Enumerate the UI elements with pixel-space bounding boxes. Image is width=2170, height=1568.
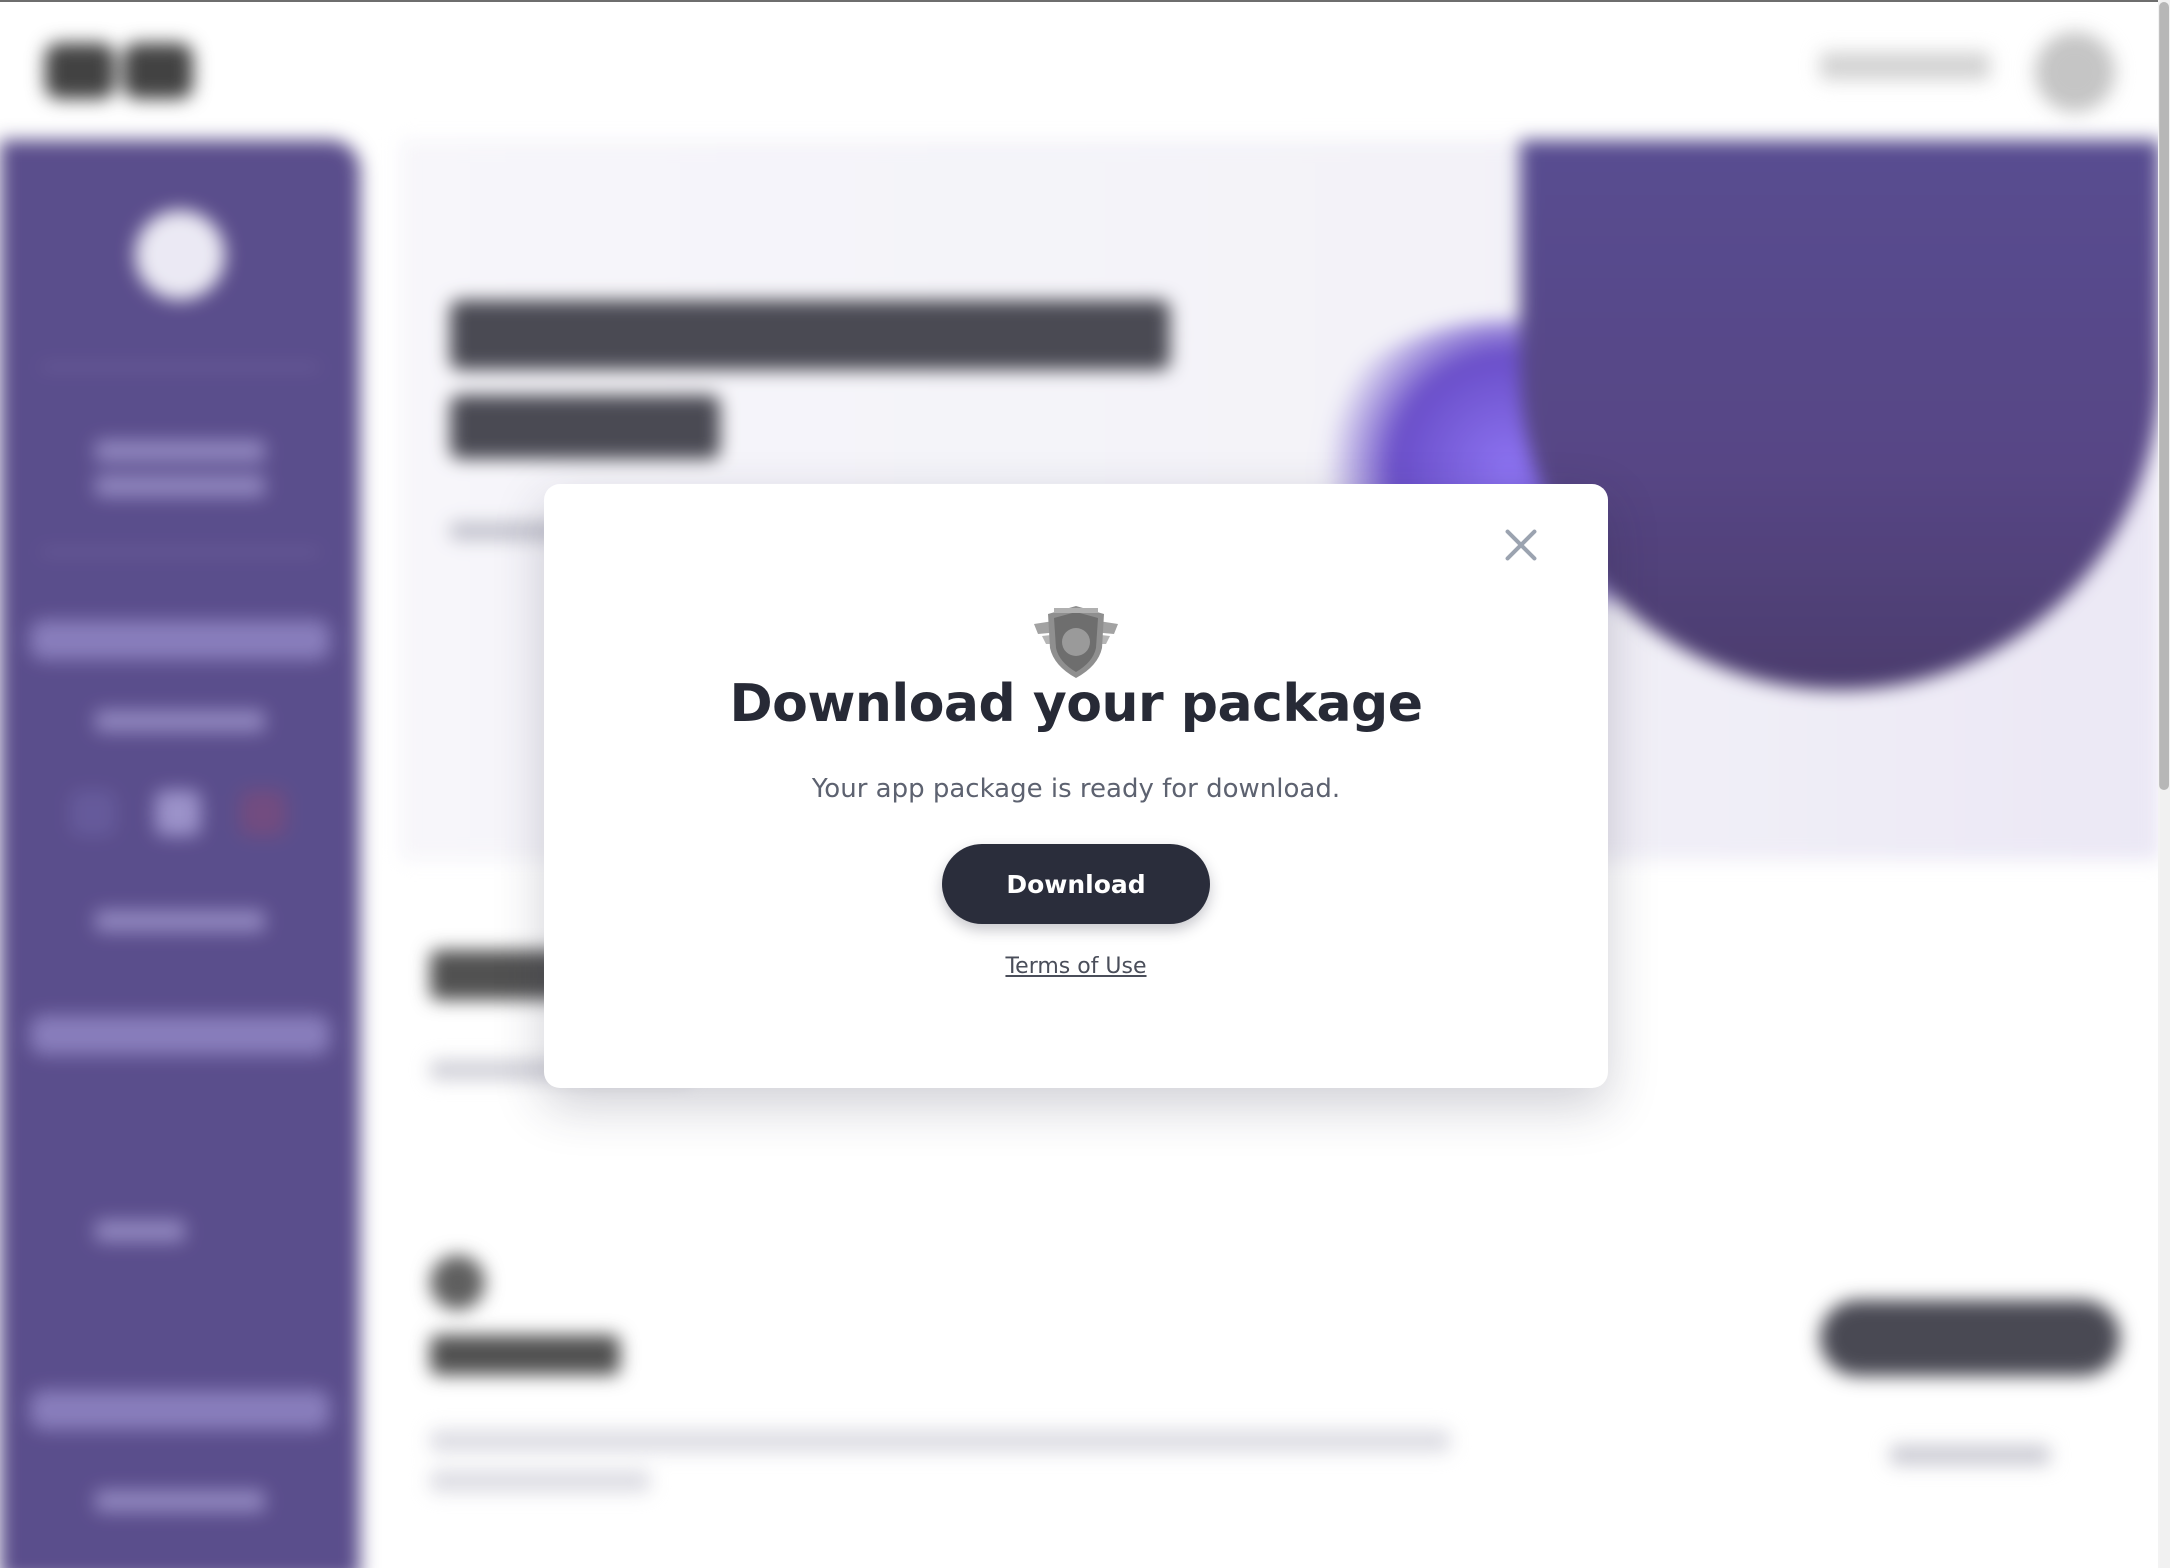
download-modal: Download your package Your app package i…: [544, 484, 1608, 1088]
shield-wings-icon: [1034, 606, 1118, 678]
page: Download your package Your app package i…: [0, 0, 2170, 1568]
modal-title: Download your package: [729, 674, 1423, 734]
close-icon[interactable]: [1498, 522, 1544, 568]
download-button[interactable]: Download: [942, 844, 1210, 924]
modal-message: Your app package is ready for download.: [811, 774, 1341, 804]
scrollbar-thumb[interactable]: [2159, 2, 2169, 790]
terms-of-use-link[interactable]: Terms of Use: [544, 954, 1608, 979]
